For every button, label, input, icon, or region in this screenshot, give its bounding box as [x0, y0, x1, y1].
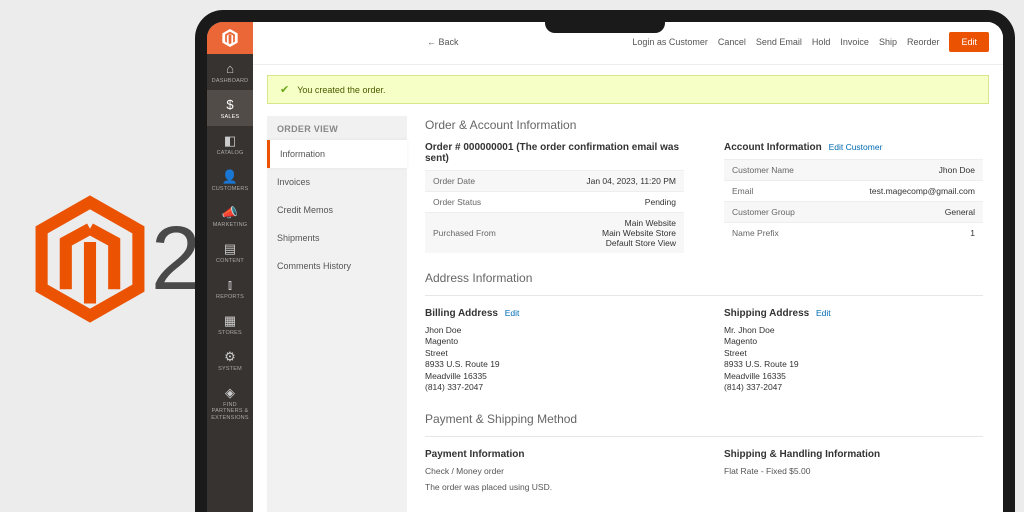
marketing-icon: 📣 — [209, 206, 251, 219]
main-panel: ← Back Login as Customer Cancel Send Ema… — [253, 22, 1003, 512]
sidebar-item-find-partners-extensions[interactable]: ◈FIND PARTNERS & EXTENSIONS — [207, 378, 253, 426]
laptop-notch — [545, 21, 665, 33]
account-info-table: Customer NameJhon DoeEmailtest.magecomp@… — [724, 159, 983, 243]
table-row: Customer GroupGeneral — [724, 202, 983, 223]
back-button[interactable]: ← Back — [427, 37, 459, 47]
payment-note: The order was placed using USD. — [425, 482, 684, 492]
login-as-customer-button[interactable]: Login as Customer — [632, 37, 708, 47]
sidebar-item-customers[interactable]: 👤CUSTOMERS — [207, 162, 253, 198]
shipping-info-heading: Shipping & Handling Information — [724, 449, 983, 460]
order-view-title: ORDER VIEW — [267, 116, 407, 140]
ordernav-invoices[interactable]: Invoices — [267, 168, 407, 196]
edit-button[interactable]: Edit — [949, 32, 989, 52]
edit-shipping-link[interactable]: Edit — [816, 308, 831, 318]
sidebar-item-reports[interactable]: ⫾REPORTS — [207, 270, 253, 306]
stores-icon: ▦ — [209, 314, 251, 327]
hold-button[interactable]: Hold — [812, 37, 831, 47]
order-heading: Order # 000000001 (The order confirmatio… — [425, 142, 684, 164]
table-row: Emailtest.magecomp@gmail.com — [724, 181, 983, 202]
sidebar-item-stores[interactable]: ▦STORES — [207, 306, 253, 342]
sidebar-item-dashboard[interactable]: ⌂DASHBOARD — [207, 54, 253, 90]
laptop-frame: ⌂DASHBOARD$SALES◧CATALOG👤CUSTOMERS📣MARKE… — [195, 10, 1015, 512]
ordernav-shipments[interactable]: Shipments — [267, 224, 407, 252]
sales-icon: $ — [209, 98, 251, 111]
sidebar-item-sales[interactable]: $SALES — [207, 90, 253, 126]
table-row: Order DateJan 04, 2023, 11:20 PM — [425, 171, 684, 192]
dashboard-icon: ⌂ — [209, 62, 251, 75]
ordernav-information[interactable]: Information — [267, 140, 407, 168]
payment-info-heading: Payment Information — [425, 449, 684, 460]
shipping-address-heading: Shipping Address Edit — [724, 308, 983, 319]
content-icon: ▤ — [209, 242, 251, 255]
catalog-icon: ◧ — [209, 134, 251, 147]
admin-brand-logo[interactable] — [207, 22, 253, 54]
check-icon: ✔ — [280, 83, 289, 96]
table-row: Order StatusPending — [425, 192, 684, 213]
table-row: Customer NameJhon Doe — [724, 160, 983, 181]
partners-icon: ◈ — [209, 386, 251, 399]
sidebar-item-catalog[interactable]: ◧CATALOG — [207, 126, 253, 162]
sidebar-item-system[interactable]: ⚙SYSTEM — [207, 342, 253, 378]
order-info-table: Order DateJan 04, 2023, 11:20 PMOrder St… — [425, 170, 684, 253]
magento2-promo-logo: 2 — [35, 195, 201, 323]
billing-address-heading: Billing Address Edit — [425, 308, 684, 319]
order-view-nav: ORDER VIEW InformationInvoicesCredit Mem… — [267, 116, 407, 512]
customers-icon: 👤 — [209, 170, 251, 183]
reports-icon: ⫾ — [209, 278, 251, 291]
cancel-button[interactable]: Cancel — [718, 37, 746, 47]
table-row: Purchased FromMain WebsiteMain Website S… — [425, 213, 684, 254]
admin-screen: ⌂DASHBOARD$SALES◧CATALOG👤CUSTOMERS📣MARKE… — [207, 22, 1003, 512]
order-content: Order & Account Information Order # 0000… — [425, 116, 989, 512]
edit-billing-link[interactable]: Edit — [505, 308, 520, 318]
ship-button[interactable]: Ship — [879, 37, 897, 47]
ordernav-credit-memos[interactable]: Credit Memos — [267, 196, 407, 224]
shipping-info-text: Flat Rate - Fixed $5.00 — [724, 466, 983, 476]
send-email-button[interactable]: Send Email — [756, 37, 802, 47]
address-section-title: Address Information — [425, 271, 983, 285]
billing-address: Jhon DoeMagentoStreet8933 U.S. Route 19M… — [425, 325, 684, 394]
table-row: Name Prefix1 — [724, 223, 983, 244]
sidebar-item-marketing[interactable]: 📣MARKETING — [207, 198, 253, 234]
order-account-section-title: Order & Account Information — [425, 118, 983, 132]
ordernav-comments-history[interactable]: Comments History — [267, 252, 407, 280]
sidebar-item-content[interactable]: ▤CONTENT — [207, 234, 253, 270]
shipping-address: Mr. Jhon DoeMagentoStreet8933 U.S. Route… — [724, 325, 983, 394]
system-icon: ⚙ — [209, 350, 251, 363]
payment-method: Check / Money order — [425, 466, 684, 476]
admin-sidebar: ⌂DASHBOARD$SALES◧CATALOG👤CUSTOMERS📣MARKE… — [207, 22, 253, 512]
invoice-button[interactable]: Invoice — [840, 37, 869, 47]
magento-hex-icon — [35, 195, 145, 323]
payment-shipping-section-title: Payment & Shipping Method — [425, 412, 983, 426]
reorder-button[interactable]: Reorder — [907, 37, 940, 47]
edit-customer-link[interactable]: Edit Customer — [829, 142, 883, 152]
alert-text: You created the order. — [297, 85, 385, 95]
promo-digit-two: 2 — [151, 214, 201, 304]
account-info-heading: Account Information Edit Customer — [724, 142, 983, 153]
success-alert: ✔ You created the order. — [267, 75, 989, 104]
